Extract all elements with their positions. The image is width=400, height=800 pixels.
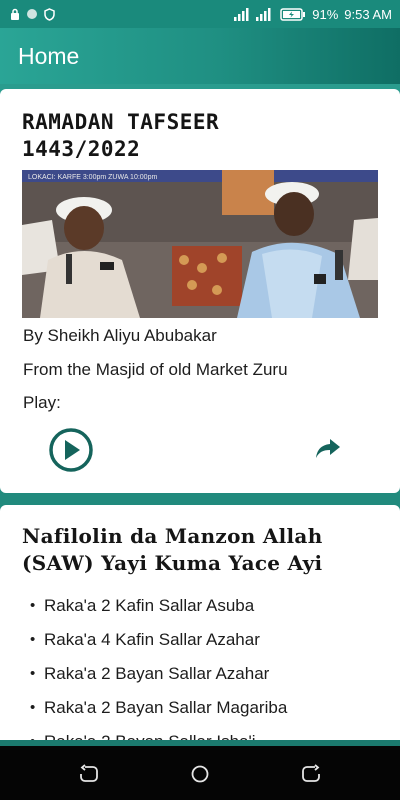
- shield-icon: [44, 7, 55, 21]
- status-right: 91% 9:53 AM: [234, 7, 392, 22]
- tafseer-card[interactable]: RAMADAN TAFSEER 1443/2022 LOKACI: KARFE …: [0, 89, 400, 493]
- nafila-list: • Raka'a 2 Kafin Sallar Asuba • Raka'a 4 K…: [30, 589, 287, 740]
- status-left: [10, 7, 55, 21]
- nafila-card[interactable]: Nafilolin da Manzon Allah (SAW) Yayi Kum…: [0, 505, 400, 740]
- author-text: By Sheikh Aliyu Abubakar: [23, 326, 217, 345]
- share-icon: [316, 439, 340, 458]
- back-nav-button[interactable]: [78, 763, 100, 785]
- card-title-line1: Nafilolin da Manzon Allah: [22, 524, 323, 548]
- status-bar: 91% 9:53 AM: [0, 0, 400, 28]
- notification-dot-icon: [26, 8, 38, 20]
- card-title-line2: 1443/2022: [22, 137, 141, 161]
- signal-icon: [234, 7, 274, 21]
- lock-icon: [10, 8, 20, 20]
- play-button[interactable]: [48, 427, 94, 473]
- card-title: Nafilolin da Manzon Allah (SAW) Yayi Kum…: [0, 505, 400, 577]
- battery-percent: 91%: [312, 6, 339, 22]
- play-label: Play:: [23, 393, 61, 412]
- card-title-line2: (SAW) Yayi Kuma Yace Ayi: [22, 551, 323, 575]
- list-item: • Raka'a 2 Kafin Sallar Asuba: [30, 596, 255, 615]
- list-item: • Raka'a 2 Bayan Sallar Azahar: [30, 664, 270, 683]
- home-nav-icon: [191, 765, 209, 783]
- content-list[interactable]: RAMADAN TAFSEER 1443/2022 LOKACI: KARFE …: [0, 84, 400, 740]
- app-title: Home: [18, 42, 80, 69]
- recents-nav-icon: [302, 764, 320, 782]
- home-nav-button[interactable]: [189, 763, 211, 785]
- app-bar: Home: [0, 28, 400, 84]
- list-item: • Raka'a 2 Bayan Sallar Magariba: [30, 698, 288, 717]
- lecture-thumbnail: LOKACI: KARFE 3:00pm ZUWA 10:00pm: [22, 170, 378, 318]
- share-button[interactable]: [314, 437, 342, 461]
- list-item: •Raka'a 2 Bayan Sallar Isha'i: [30, 725, 287, 740]
- card-title: RAMADAN TAFSEER 1443/2022: [0, 89, 400, 163]
- battery-charging-icon: [280, 7, 306, 21]
- recents-nav-button[interactable]: [300, 763, 322, 785]
- navigation-bar: [0, 746, 400, 800]
- list-item: • Raka'a 4 Kafin Sallar Azahar: [30, 630, 260, 649]
- banner-text: LOKACI: KARFE 3:00pm ZUWA 10:00pm: [28, 174, 157, 181]
- play-icon: [49, 428, 93, 472]
- card-title-line1: RAMADAN TAFSEER: [22, 110, 220, 134]
- back-nav-icon: [80, 764, 98, 782]
- status-time: 9:53 AM: [344, 6, 392, 22]
- location-text: From the Masjid of old Market Zuru: [23, 360, 288, 379]
